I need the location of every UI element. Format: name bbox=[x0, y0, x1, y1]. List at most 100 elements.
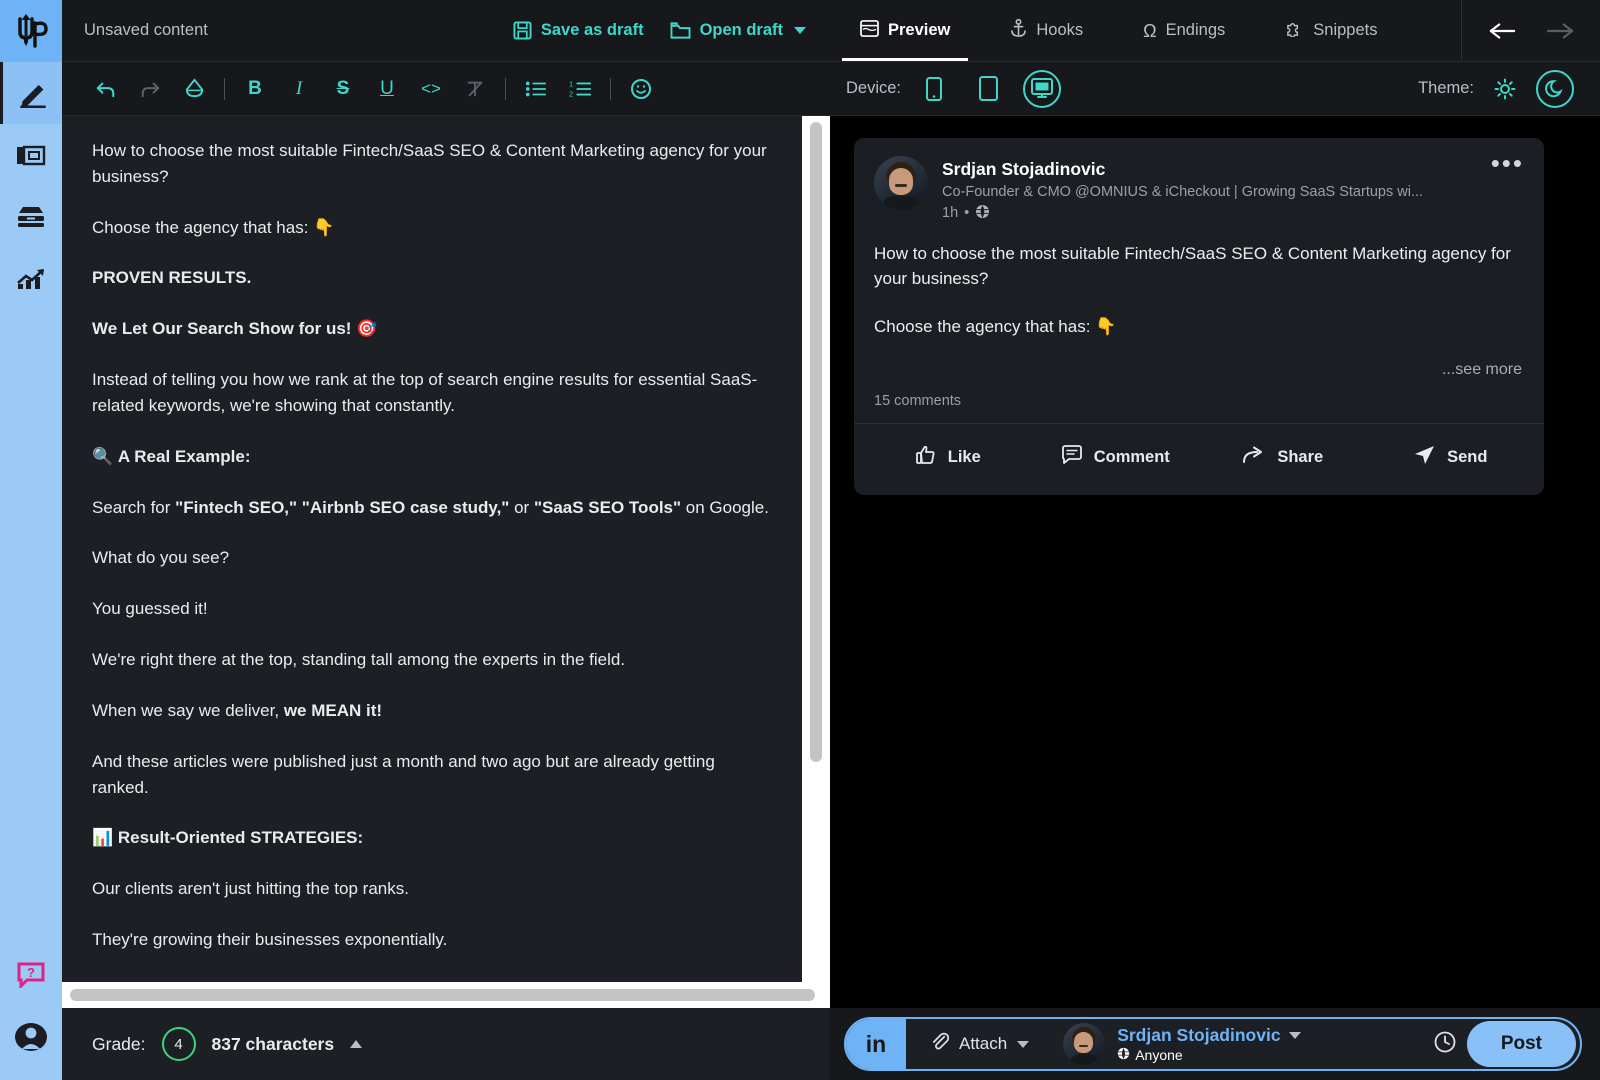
grade-badge[interactable]: 4 bbox=[161, 1027, 196, 1061]
open-draft-button[interactable]: Open draft bbox=[670, 21, 806, 40]
app-logo[interactable] bbox=[0, 0, 62, 62]
emoji-button[interactable] bbox=[619, 67, 663, 111]
tab-label: Endings bbox=[1165, 21, 1226, 39]
share-arrow-icon bbox=[1242, 445, 1266, 470]
editor-paragraph: PROVEN RESULTS. bbox=[92, 268, 252, 288]
chevron-down-icon[interactable] bbox=[1017, 1040, 1030, 1048]
forward-arrow-icon[interactable] bbox=[1546, 21, 1574, 41]
bold-button[interactable]: B bbox=[233, 67, 277, 111]
theme-dark-button[interactable] bbox=[1536, 69, 1574, 108]
theme-light-button[interactable] bbox=[1486, 70, 1524, 108]
pen-icon bbox=[18, 78, 48, 108]
strikethrough-button[interactable]: S bbox=[321, 67, 365, 111]
anchor-icon bbox=[1010, 18, 1027, 43]
device-label: Device: bbox=[846, 79, 902, 97]
tab-endings[interactable]: Ω Endings bbox=[1113, 0, 1255, 61]
folder-icon bbox=[670, 21, 691, 40]
puzzle-piece-icon bbox=[1285, 19, 1304, 42]
sidebar-item-help[interactable]: ? bbox=[0, 944, 62, 1006]
bullet-list-button[interactable] bbox=[514, 67, 558, 111]
editor-status-bar: Grade: 4 837 characters bbox=[62, 1008, 830, 1080]
tab-preview[interactable]: Preview bbox=[830, 0, 980, 61]
chevron-down-icon[interactable] bbox=[1288, 1032, 1301, 1039]
post-actions: Like Comment Share Send bbox=[854, 423, 1544, 491]
editor-scroll-region: How to choose the most suitable Fintech/… bbox=[62, 116, 830, 982]
paperclip-icon bbox=[930, 1032, 950, 1056]
globe-icon bbox=[1117, 1047, 1130, 1063]
underline-button[interactable]: U bbox=[365, 67, 409, 111]
save-as-draft-label: Save as draft bbox=[540, 21, 644, 39]
editor-text-area[interactable]: How to choose the most suitable Fintech/… bbox=[62, 116, 802, 982]
clear-formatting-button[interactable] bbox=[453, 67, 497, 111]
editor-vertical-scrollbar[interactable] bbox=[802, 116, 830, 982]
post-author-meta: Srdjan Stojadinovic Co-Founder & CMO @OM… bbox=[942, 156, 1423, 223]
post-body-text: How to choose the most suitable Fintech/… bbox=[854, 223, 1544, 340]
post-paragraph: Choose the agency that has: 👇 bbox=[874, 316, 1117, 336]
compose-account[interactable]: Srdjan Stojadinovic Anyone bbox=[1063, 1023, 1301, 1065]
more-options-icon[interactable]: ••• bbox=[1491, 150, 1524, 175]
omega-icon: Ω bbox=[1143, 20, 1157, 41]
device-tablet-button[interactable] bbox=[969, 70, 1007, 108]
share-button[interactable]: Share bbox=[1199, 434, 1367, 481]
back-arrow-icon[interactable] bbox=[1488, 21, 1516, 41]
avatar bbox=[874, 156, 928, 210]
code-button[interactable]: <> bbox=[409, 67, 453, 111]
user-avatar-icon bbox=[14, 1021, 48, 1053]
preview-column: Preview Hooks Ω Endings Snippets Device:… bbox=[830, 0, 1600, 1080]
sidebar-item-write[interactable] bbox=[0, 62, 62, 124]
comment-bubble-icon bbox=[1061, 444, 1083, 471]
tab-label: Hooks bbox=[1036, 21, 1084, 39]
post-author-name[interactable]: Srdjan Stojadinovic bbox=[942, 158, 1423, 182]
tab-snippets[interactable]: Snippets bbox=[1255, 0, 1407, 61]
send-button[interactable]: Send bbox=[1367, 434, 1535, 481]
editor-paragraph: Search for "Fintech SEO," "Airbnb SEO ca… bbox=[92, 497, 769, 517]
redo-button[interactable] bbox=[128, 67, 172, 111]
tab-hooks[interactable]: Hooks bbox=[980, 0, 1113, 61]
help-bubble-icon: ? bbox=[17, 962, 45, 988]
save-as-draft-button[interactable]: Save as draft bbox=[513, 21, 644, 40]
editor-column: Unsaved content Save as draft Open draft… bbox=[62, 0, 830, 1080]
thumbs-up-icon bbox=[915, 444, 937, 471]
audience-label: Anyone bbox=[1135, 1047, 1183, 1063]
linkedin-network-badge[interactable]: in bbox=[846, 1019, 906, 1069]
compose-bar: in Attach Srdjan Stojadinovic Anyone Pos… bbox=[830, 1008, 1600, 1080]
scrollbar-thumb-vertical[interactable] bbox=[810, 122, 822, 762]
avatar bbox=[1063, 1023, 1106, 1065]
attach-button[interactable]: Attach bbox=[930, 1032, 1030, 1056]
eraser-button[interactable] bbox=[172, 67, 216, 111]
save-disk-icon bbox=[513, 21, 532, 40]
editor-paragraph: You guessed it! bbox=[92, 599, 208, 619]
scrollbar-thumb-horizontal[interactable] bbox=[70, 989, 815, 1001]
preview-tabs: Preview Hooks Ω Endings Snippets bbox=[830, 0, 1600, 62]
compose-user-name: Srdjan Stojadinovic bbox=[1117, 1025, 1281, 1045]
schedule-button[interactable] bbox=[1433, 1030, 1467, 1059]
see-more-link[interactable]: ...see more bbox=[854, 361, 1544, 387]
editor-paragraph: Choose the agency that has: 👇 bbox=[92, 217, 335, 237]
left-sidebar: ? bbox=[0, 0, 62, 1080]
post-button[interactable]: Post bbox=[1466, 1021, 1576, 1067]
compose-user-name-row[interactable]: Srdjan Stojadinovic bbox=[1117, 1025, 1301, 1046]
sidebar-item-templates[interactable] bbox=[0, 124, 62, 186]
post-comment-count[interactable]: 15 comments bbox=[854, 387, 1544, 423]
like-button[interactable]: Like bbox=[864, 434, 1032, 481]
post-author-headline: Co-Founder & CMO @OMNIUS & iCheckout | G… bbox=[942, 183, 1424, 200]
undo-button[interactable] bbox=[84, 67, 128, 111]
sidebar-item-inbox[interactable] bbox=[0, 186, 62, 248]
clock-icon bbox=[1433, 1030, 1457, 1059]
editor-paragraph: What do you see? bbox=[92, 548, 230, 568]
comment-button[interactable]: Comment bbox=[1032, 434, 1200, 481]
chevron-up-icon[interactable] bbox=[350, 1040, 363, 1048]
sidebar-item-account[interactable] bbox=[0, 1006, 62, 1068]
device-phone-button[interactable] bbox=[915, 70, 953, 108]
tab-label: Snippets bbox=[1313, 21, 1378, 39]
editor-horizontal-scrollbar[interactable] bbox=[62, 982, 830, 1008]
italic-button[interactable]: I bbox=[277, 67, 321, 111]
time-separator-dot: • bbox=[964, 205, 970, 222]
sidebar-item-analytics[interactable] bbox=[0, 248, 62, 310]
compose-audience[interactable]: Anyone bbox=[1117, 1047, 1300, 1063]
numbered-list-button[interactable]: 12 bbox=[558, 67, 602, 111]
device-desktop-button[interactable] bbox=[1023, 69, 1062, 108]
device-theme-bar: Device: Theme: bbox=[830, 62, 1600, 116]
post-time-value: 1h bbox=[942, 205, 959, 222]
chevron-down-icon[interactable] bbox=[794, 27, 806, 34]
